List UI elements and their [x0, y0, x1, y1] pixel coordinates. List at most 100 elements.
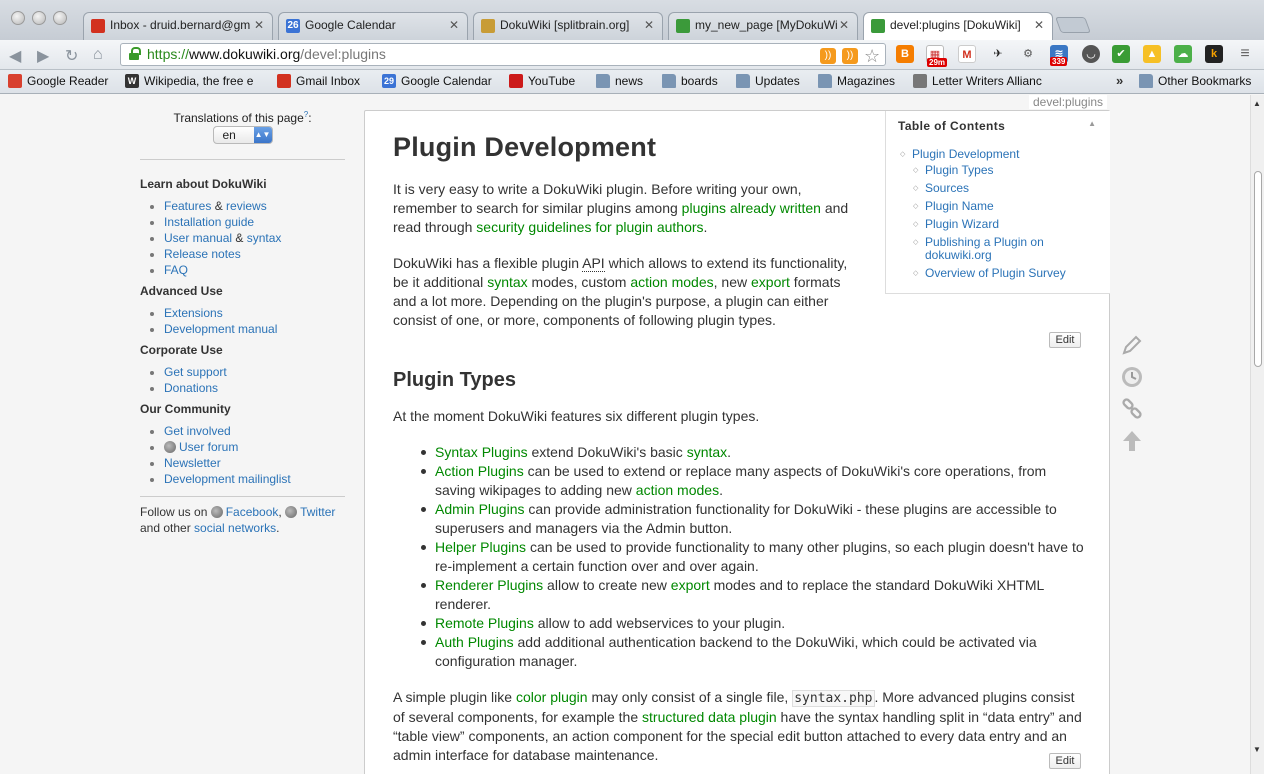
wiki-link[interactable]: Renderer Plugins: [435, 577, 543, 593]
wiki-link[interactable]: structured data plugin: [642, 709, 777, 725]
forward-arrow-icon[interactable]: ▶: [37, 46, 49, 66]
tab-title: my_new_page [MyDokuWi: [695, 18, 838, 32]
bookmark-item[interactable]: W Wikipedia, the free e: [125, 74, 253, 88]
intro-paragraph: It is very easy to write a DokuWiki plug…: [393, 180, 863, 237]
plugin-type-item: Remote Plugins allow to add webservices …: [421, 614, 1085, 633]
revisions-icon[interactable]: [1119, 364, 1145, 390]
home-icon[interactable]: ⌂: [93, 46, 103, 64]
pocket-icon[interactable]: ◡: [1082, 45, 1100, 63]
sidebar-link[interactable]: Newsletter: [164, 456, 221, 470]
sidebar-link[interactable]: FAQ: [164, 263, 188, 277]
sidebar-link[interactable]: Development manual: [164, 322, 277, 336]
bookmark-star-icon[interactable]: ☆: [864, 46, 880, 67]
scrollbar-thumb[interactable]: [1254, 171, 1262, 367]
bookmark-item[interactable]: 29 Google Calendar: [382, 74, 492, 88]
wiki-link[interactable]: security guidelines for plugin authors: [476, 219, 703, 235]
feed-extension-icon[interactable]: ≋ 339: [1050, 45, 1068, 66]
zoom-window-button[interactable]: [53, 11, 67, 25]
bookmark-item[interactable]: Google Reader: [8, 74, 108, 88]
sidebar-link[interactable]: reviews: [226, 199, 267, 213]
tab-2[interactable]: 26 Google Calendar ✕: [278, 12, 468, 40]
sidebar-item: User forum: [150, 439, 345, 455]
wiki-link[interactable]: Admin Plugins: [435, 501, 525, 517]
sidebar-link[interactable]: User forum: [179, 440, 238, 454]
wiki-link[interactable]: Syntax Plugins: [435, 444, 528, 460]
twitter-link[interactable]: Twitter: [300, 505, 335, 519]
wiki-link[interactable]: color plugin: [516, 689, 588, 705]
bookmark-item[interactable]: Gmail Inbox: [277, 74, 360, 88]
wiki-link[interactable]: Helper Plugins: [435, 539, 526, 555]
edit-section-button[interactable]: Edit: [1049, 332, 1081, 348]
scroll-down-icon[interactable]: ▼: [1253, 745, 1261, 754]
edit-section-button[interactable]: Edit: [1049, 753, 1081, 769]
toc-collapse-icon[interactable]: ▲: [1088, 119, 1096, 128]
bookmark-item[interactable]: Other Bookmarks: [1139, 74, 1251, 88]
minimize-window-button[interactable]: [32, 11, 46, 25]
wiki-link[interactable]: export: [751, 274, 790, 290]
bird-extension-icon[interactable]: ✈: [989, 45, 1007, 63]
sidebar-link[interactable]: Development mailinglist: [164, 472, 291, 486]
bookmark-item[interactable]: YouTube: [509, 74, 575, 88]
wiki-link[interactable]: Auth Plugins: [435, 634, 514, 650]
social-networks-link[interactable]: social networks: [194, 521, 276, 535]
vertical-scrollbar[interactable]: ▲ ▼: [1250, 95, 1264, 774]
bookmark-item[interactable]: Updates: [736, 74, 800, 88]
drive-icon[interactable]: ▲: [1143, 45, 1161, 63]
gmail-extension-icon[interactable]: M: [958, 45, 976, 63]
language-select[interactable]: en ▲▼: [212, 126, 273, 144]
page-title: Plugin Development: [393, 132, 657, 162]
sidebar-link[interactable]: Installation guide: [164, 215, 254, 229]
bookmark-item[interactable]: Magazines: [818, 74, 895, 88]
rss-icon[interactable]: )): [820, 48, 836, 64]
close-tab-icon[interactable]: ✕: [839, 18, 849, 32]
wiki-link[interactable]: action modes: [630, 274, 713, 290]
wiki-link[interactable]: plugins already written: [682, 200, 821, 216]
calendar-extension-icon[interactable]: ▦ 29m: [926, 45, 948, 67]
gmail-icon: [91, 19, 105, 33]
sidebar-link[interactable]: User manual: [164, 231, 232, 245]
close-window-button[interactable]: [11, 11, 25, 25]
sidebar-link[interactable]: Release notes: [164, 247, 241, 261]
sidebar-link[interactable]: syntax: [247, 231, 282, 245]
cloud-extension-icon[interactable]: ☁: [1174, 45, 1192, 63]
k-extension-icon[interactable]: k: [1205, 45, 1223, 63]
wiki-link[interactable]: syntax: [487, 274, 527, 290]
bookmark-item[interactable]: boards: [662, 74, 718, 88]
wiki-link[interactable]: Remote Plugins: [435, 615, 534, 631]
wiki-link[interactable]: Action Plugins: [435, 463, 524, 479]
sidebar-link[interactable]: Features: [164, 199, 211, 213]
new-tab-button[interactable]: [1055, 17, 1091, 33]
sidebar-link[interactable]: Get support: [164, 365, 227, 379]
back-arrow-icon[interactable]: ◀: [9, 46, 21, 66]
menu-icon[interactable]: ≡: [1236, 45, 1254, 63]
wiki-link[interactable]: export: [671, 577, 710, 593]
sidebar-link[interactable]: Get involved: [164, 424, 231, 438]
sidebar-link[interactable]: Donations: [164, 381, 218, 395]
tab-4[interactable]: my_new_page [MyDokuWi ✕: [668, 12, 858, 40]
tab-1[interactable]: Inbox - druid.bernard@gm ✕: [83, 12, 273, 40]
close-tab-icon[interactable]: ✕: [449, 18, 459, 32]
close-tab-icon[interactable]: ✕: [254, 18, 264, 32]
bookmark-item[interactable]: Letter Writers Allianc: [913, 74, 1042, 88]
settings-gear-icon[interactable]: ⚙: [1019, 45, 1037, 63]
sidebar-link[interactable]: Extensions: [164, 306, 223, 320]
reload-icon[interactable]: ↻: [65, 46, 78, 66]
bookmark-item[interactable]: news: [596, 74, 643, 88]
back-to-top-icon[interactable]: [1119, 428, 1145, 454]
close-tab-icon[interactable]: ✕: [1034, 18, 1044, 32]
blogger-icon[interactable]: B: [896, 45, 914, 63]
wiki-link[interactable]: syntax: [687, 444, 727, 460]
more-bookmarks-chevron-icon[interactable]: »: [1116, 73, 1123, 88]
wiki-link[interactable]: action modes: [636, 482, 719, 498]
scroll-up-icon[interactable]: ▲: [1253, 99, 1261, 108]
tab-3[interactable]: DokuWiki [splitbrain.org] ✕: [473, 12, 663, 40]
backlinks-icon[interactable]: [1119, 396, 1145, 422]
address-bar[interactable]: https://www.dokuwiki.org/devel:plugins )…: [120, 43, 886, 66]
facebook-link[interactable]: Facebook: [226, 505, 279, 519]
close-tab-icon[interactable]: ✕: [644, 18, 654, 32]
edit-icon[interactable]: [1119, 332, 1145, 358]
checkmark-extension-icon[interactable]: ✔: [1112, 45, 1130, 63]
rss-icon[interactable]: )): [842, 48, 858, 64]
tab-5[interactable]: devel:plugins [DokuWiki] ✕: [863, 12, 1053, 41]
text-run: .: [727, 444, 732, 460]
